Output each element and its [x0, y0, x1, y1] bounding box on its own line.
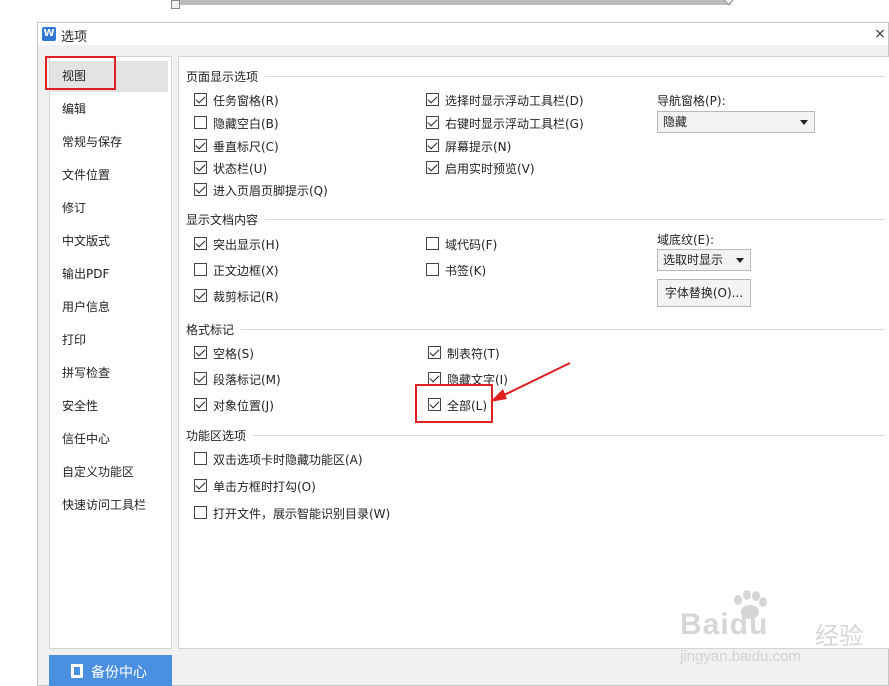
nav-item-custom-ribbon[interactable]: 自定义功能区 — [50, 457, 168, 488]
option-label: 域代码(F) — [445, 238, 498, 252]
checkbox[interactable] — [194, 506, 207, 519]
option-label: 制表符(T) — [447, 347, 500, 361]
dialog-title: 选项 — [61, 30, 88, 45]
nav-item-revision[interactable]: 修订 — [50, 193, 168, 224]
option-label: 选择时显示浮动工具栏(D) — [445, 94, 584, 108]
option-label: 隐藏文字(I) — [447, 373, 508, 387]
watermark-sub: 经验 — [815, 622, 863, 650]
checkbox[interactable] — [428, 398, 441, 411]
nav-item-general-save[interactable]: 常规与保存 — [50, 127, 168, 158]
nav-item-spell-check[interactable]: 拼写检查 — [50, 358, 168, 389]
option-label: 右键时显示浮动工具栏(G) — [445, 117, 584, 131]
option-label: 裁剪标记(R) — [213, 290, 279, 304]
ruler-bar — [175, 0, 731, 5]
nav-item-print[interactable]: 打印 — [50, 325, 168, 356]
option-label: 双击选项卡时隐藏功能区(A) — [213, 453, 363, 467]
option-label: 单击方框时打勾(O) — [213, 480, 316, 494]
nav-item-security[interactable]: 安全性 — [50, 391, 168, 422]
checkbox[interactable] — [194, 93, 207, 106]
nav-item-quick-access[interactable]: 快速访问工具栏 — [50, 490, 168, 521]
nav-item-edit[interactable]: 编辑 — [50, 94, 168, 125]
checkbox[interactable] — [194, 139, 207, 152]
section-divider — [265, 76, 885, 77]
nav-pane-label: 导航窗格(P): — [657, 94, 726, 108]
checkbox[interactable] — [194, 183, 207, 196]
option-label: 突出显示(H) — [213, 238, 280, 252]
section-title-format-marks: 格式标记 — [186, 323, 235, 337]
checkbox[interactable] — [426, 93, 439, 106]
option-label: 进入页眉页脚提示(Q) — [213, 184, 328, 198]
checkbox[interactable] — [426, 237, 439, 250]
checkbox[interactable] — [194, 479, 207, 492]
backup-center-button[interactable]: 备份中心 — [49, 655, 172, 686]
nav-item-chinese-layout[interactable]: 中文版式 — [50, 226, 168, 257]
option-label: 屏幕提示(N) — [445, 140, 512, 154]
checkbox[interactable] — [426, 139, 439, 152]
option-label: 空格(S) — [213, 347, 254, 361]
options-dialog: W 选项 × 视图 编辑 常规与保存 文件位置 修订 中文版式 输出PDF 用户… — [37, 22, 889, 686]
nav-item-trust-center[interactable]: 信任中心 — [50, 424, 168, 455]
backup-icon — [71, 664, 83, 678]
checkbox[interactable] — [194, 161, 207, 174]
baidu-watermark: Baidu 经验 jingyan.baidu.com — [680, 590, 880, 680]
option-label: 任务窗格(R) — [213, 94, 279, 108]
chevron-down-icon — [800, 120, 808, 125]
options-content: 页面显示选项 任务窗格(R) 隐藏空白(B) 垂直标尺(C) 状态栏(U) 进入… — [178, 56, 889, 649]
checkbox[interactable] — [426, 263, 439, 276]
section-divider — [265, 219, 885, 220]
nav-item-output-pdf[interactable]: 输出PDF — [50, 259, 168, 290]
close-icon[interactable]: × — [872, 25, 888, 43]
nav-item-file-location[interactable]: 文件位置 — [50, 160, 168, 191]
option-label: 垂直标尺(C) — [213, 140, 279, 154]
option-label: 书签(K) — [445, 264, 487, 278]
nav-item-user-info[interactable]: 用户信息 — [50, 292, 168, 323]
checkbox[interactable] — [194, 116, 207, 129]
ruler-strip — [0, 0, 889, 22]
option-label: 打开文件，展示智能识别目录(W) — [213, 507, 391, 521]
option-label: 状态栏(U) — [213, 162, 268, 176]
option-label: 段落标记(M) — [213, 373, 281, 387]
checkbox[interactable] — [428, 372, 441, 385]
nav-pane-select[interactable]: 隐藏 — [657, 111, 815, 133]
checkbox[interactable] — [194, 398, 207, 411]
checkbox[interactable] — [194, 346, 207, 359]
checkbox[interactable] — [194, 237, 207, 250]
title-bar: W 选项 × — [38, 23, 888, 45]
option-label: 全部(L) — [447, 399, 488, 413]
chevron-down-icon — [736, 258, 744, 263]
field-shading-value: 选取时显示 — [663, 253, 724, 267]
section-title-ribbon: 功能区选项 — [186, 429, 247, 443]
checkbox[interactable] — [194, 289, 207, 302]
option-label: 正文边框(X) — [213, 264, 279, 278]
option-label: 隐藏空白(B) — [213, 117, 279, 131]
watermark-brand: Baidu — [680, 608, 769, 641]
wps-app-icon: W — [42, 27, 56, 41]
option-label: 启用实时预览(V) — [445, 162, 535, 176]
checkbox[interactable] — [194, 263, 207, 276]
nav-item-view[interactable]: 视图 — [50, 61, 168, 92]
option-label: 对象位置(J) — [213, 399, 274, 413]
checkbox[interactable] — [428, 346, 441, 359]
checkbox[interactable] — [426, 161, 439, 174]
watermark-url: jingyan.baidu.com — [680, 648, 801, 665]
field-shading-label: 域底纹(E): — [657, 233, 714, 247]
section-title-page-display: 页面显示选项 — [186, 70, 259, 84]
checkbox[interactable] — [426, 116, 439, 129]
background-left — [0, 22, 37, 686]
options-nav: 视图 编辑 常规与保存 文件位置 修订 中文版式 输出PDF 用户信息 打印 拼… — [49, 56, 172, 649]
nav-pane-value: 隐藏 — [663, 115, 688, 129]
font-replace-button[interactable]: 字体替换(O)... — [657, 279, 751, 307]
backup-center-label: 备份中心 — [91, 665, 147, 681]
section-title-doc-content: 显示文档内容 — [186, 213, 259, 227]
checkbox[interactable] — [194, 452, 207, 465]
checkbox[interactable] — [194, 372, 207, 385]
section-divider — [253, 435, 885, 436]
section-divider — [241, 329, 885, 330]
field-shading-select[interactable]: 选取时显示 — [657, 249, 751, 271]
ruler-left-marker[interactable] — [171, 0, 180, 9]
